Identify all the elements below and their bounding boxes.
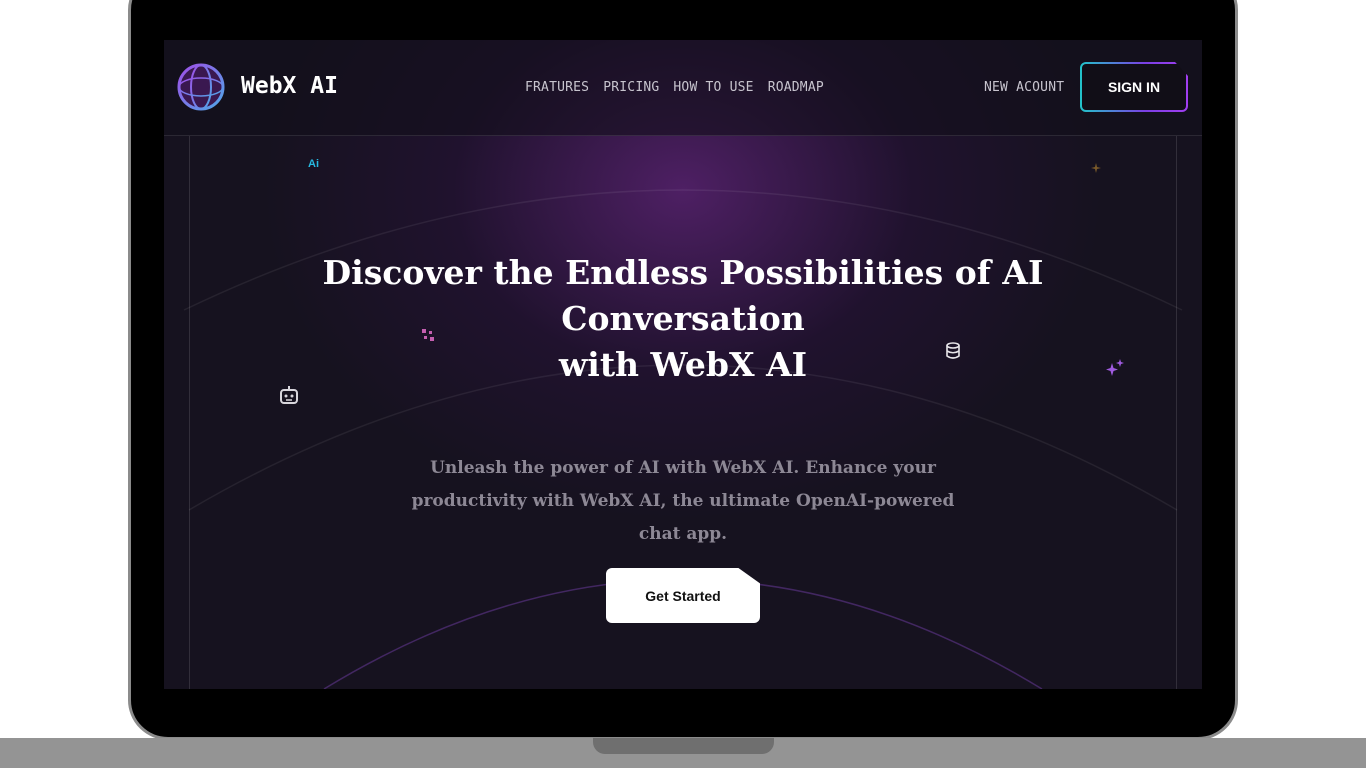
ai-badge-icon: Ai [308,158,319,170]
sign-in-button[interactable]: SIGN IN [1080,62,1188,112]
hero-title: Discover the Endless Possibilities of AI… [204,250,1162,388]
nav-item-roadmap[interactable]: ROADMAP [768,80,824,95]
hero-subtitle: Unleash the power of AI with WebX AI. En… [411,458,955,544]
hero-title-line-1: Discover the Endless Possibilities of AI… [322,253,1044,338]
hero-title-line-2: with WebX AI [558,345,808,384]
website-screen: WebX AI FRATURES PRICING HOW TO USE ROAD… [164,40,1202,689]
new-account-link[interactable]: NEW ACOUNT [984,80,1064,95]
frame-line-left [189,136,190,689]
brand-name[interactable]: WebX AI [241,73,338,99]
laptop-notch [593,738,774,754]
nav-item-features[interactable]: FRATURES [525,80,589,95]
globe-logo-icon[interactable] [176,62,226,112]
get-started-button[interactable]: Get Started [606,568,760,623]
nav-item-pricing[interactable]: PRICING [603,80,659,95]
main-nav: FRATURES PRICING HOW TO USE ROADMAP [525,80,824,95]
frame-line-right [1176,136,1177,689]
nav-item-how-to-use[interactable]: HOW TO USE [673,80,753,95]
small-star-icon [1091,163,1101,173]
site-header: WebX AI FRATURES PRICING HOW TO USE ROAD… [164,40,1202,136]
